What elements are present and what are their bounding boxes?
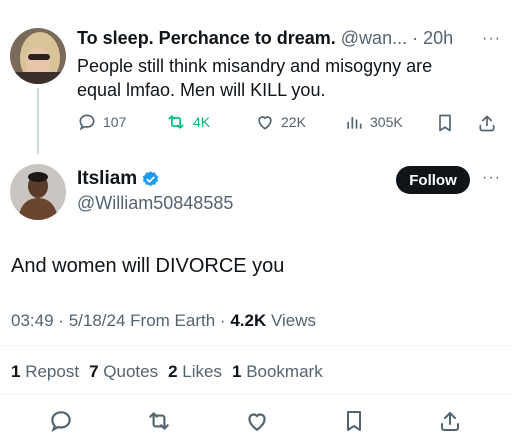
verified-badge-icon (143, 170, 159, 186)
stat-quotes[interactable]: 7 Quotes (89, 362, 158, 382)
tweet-more-icon[interactable]: ··· (482, 169, 501, 187)
bookmark-button[interactable] (342, 408, 366, 439)
share-icon (479, 115, 495, 132)
tweet-text: And women will DIVORCE you (11, 255, 285, 277)
parent-avatar[interactable] (10, 28, 66, 84)
tweet-time[interactable]: 03:49 (11, 311, 54, 330)
author-name-row: Itsliam (77, 168, 160, 190)
views-count: 4.2K (230, 311, 267, 330)
share-icon (441, 412, 459, 431)
parent-header: To sleep. Perchance to dream. @wan... · … (77, 28, 453, 49)
stat-reposts[interactable]: 1 Repost (11, 362, 79, 382)
parent-repost-count: 4K (193, 114, 211, 130)
stat-reposts-count: 1 (11, 362, 21, 381)
repost-button[interactable] (145, 408, 173, 439)
parent-time[interactable]: 20h (423, 28, 453, 48)
reply-button[interactable] (48, 408, 74, 439)
tweet-date[interactable]: 5/18/24 (69, 311, 126, 330)
parent-reply-button[interactable]: 107 (77, 112, 126, 132)
divider (0, 345, 512, 346)
meta-separator: · (58, 311, 64, 330)
parent-repost-button[interactable]: 4K (165, 112, 210, 132)
stat-quotes-count: 7 (89, 362, 99, 381)
like-icon (258, 116, 272, 130)
divider (0, 394, 512, 395)
stat-bookmarks-count: 1 (231, 362, 242, 381)
stat-quotes-label: Quotes (103, 362, 159, 381)
author-display-name[interactable]: Itsliam (77, 168, 137, 190)
parent-views-count: 305K (370, 114, 403, 130)
author-avatar[interactable] (10, 164, 66, 220)
author-handle[interactable]: @William50848585 (77, 193, 233, 214)
stat-reposts-label: Repost (25, 362, 80, 381)
parent-share-button[interactable] (477, 112, 497, 139)
views-icon (347, 117, 362, 129)
repost-icon (168, 115, 184, 129)
meta-separator: · (219, 311, 226, 330)
parent-views-button[interactable]: 305K (344, 112, 403, 132)
parent-handle[interactable]: @wan... (341, 28, 407, 48)
repost-icon (149, 412, 169, 430)
stat-bookmarks[interactable]: 1 Bookmark (232, 362, 323, 382)
parent-more-icon[interactable]: ··· (482, 30, 501, 48)
parent-like-button[interactable]: 22K (255, 112, 306, 132)
stat-likes-count: 2 (168, 362, 178, 381)
views-label: Views (270, 311, 317, 330)
reply-icon (79, 114, 95, 131)
engagement-stats: 1 Repost 7 Quotes 2 Likes 1 Bookmark (11, 362, 323, 382)
parent-reply-count: 107 (103, 114, 127, 130)
bookmark-icon (347, 411, 361, 431)
reply-icon (51, 411, 71, 433)
parent-separator: · (412, 28, 419, 48)
bookmark-icon (439, 114, 451, 132)
stat-likes-label: Likes (182, 362, 222, 381)
like-icon (248, 413, 266, 431)
tweet-source: From Earth (130, 311, 216, 330)
parent-display-name[interactable]: To sleep. Perchance to dream. (77, 28, 336, 48)
parent-like-count: 22K (281, 114, 306, 130)
stat-likes[interactable]: 2 Likes (168, 362, 222, 382)
parent-bookmark-button[interactable] (435, 112, 455, 139)
follow-button[interactable]: Follow (396, 166, 470, 194)
tweet-meta: 03:49 · 5/18/24 From Earth · 4.2K Views (11, 311, 316, 331)
share-button[interactable] (438, 408, 462, 439)
like-button[interactable] (244, 408, 270, 439)
parent-tweet-text: People still think misandry and misogyny… (77, 56, 433, 100)
thread-line (37, 88, 39, 154)
stat-bookmarks-label: Bookmark (246, 362, 323, 381)
